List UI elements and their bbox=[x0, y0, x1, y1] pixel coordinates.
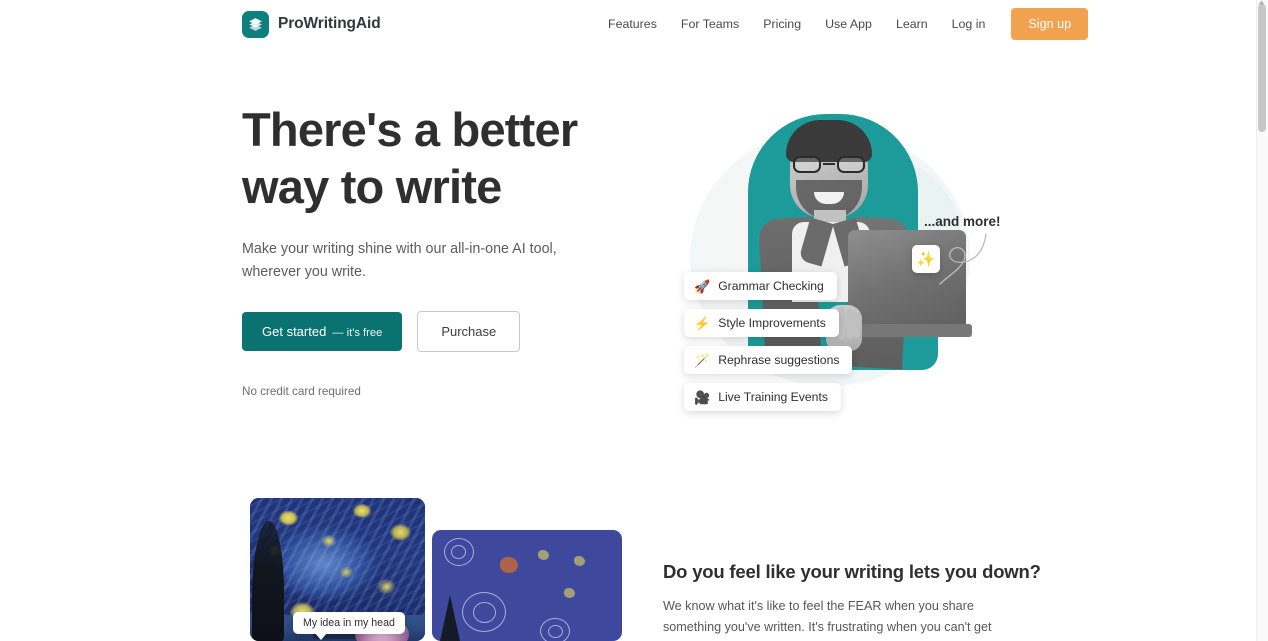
lightning-icon: ⚡ bbox=[694, 315, 711, 331]
nav-item-pricing[interactable]: Pricing bbox=[751, 11, 813, 37]
feature-chip-style-improvements: ⚡ Style Improvements bbox=[684, 309, 839, 337]
page-root: ProWritingAid Features For Teams Pricing… bbox=[0, 0, 1268, 641]
feature-chip-label: Live Training Events bbox=[718, 390, 828, 404]
film-camera-icon: 🎥 bbox=[694, 389, 711, 405]
feature-chip-list: 🚀 Grammar Checking ⚡ Style Improvements … bbox=[684, 272, 853, 411]
writing-lets-you-down-section: My idea in my head Do you feel like your… bbox=[0, 498, 1256, 641]
squiggle-arrow-icon bbox=[939, 233, 987, 285]
nav-item-features[interactable]: Features bbox=[596, 11, 669, 37]
childlike-moon bbox=[500, 556, 519, 573]
feature-chip-live-training-events: 🎥 Live Training Events bbox=[684, 383, 841, 411]
site-header: ProWritingAid Features For Teams Pricing… bbox=[0, 0, 1256, 48]
section-two-title: Do you feel like your writing lets you d… bbox=[663, 561, 1041, 582]
glasses-icon bbox=[792, 156, 866, 173]
hero-copy: There's a better way to write Make your … bbox=[242, 101, 642, 398]
childlike-tree bbox=[440, 595, 460, 641]
nav-item-for-teams[interactable]: For Teams bbox=[669, 11, 751, 37]
get-started-button[interactable]: Get started — it's free bbox=[242, 312, 403, 351]
section-two-body: We know what it's like to feel the FEAR … bbox=[663, 599, 992, 634]
rocket-icon: 🚀 bbox=[694, 278, 711, 294]
purchase-button[interactable]: Purchase bbox=[417, 311, 521, 352]
hero-title-line-1: There's a better bbox=[242, 103, 578, 156]
and-more-callout: ...and more! bbox=[924, 214, 1001, 229]
nav-item-use-app[interactable]: Use App bbox=[813, 11, 884, 37]
no-credit-card-note: No credit card required bbox=[242, 385, 361, 398]
hero-section: There's a better way to write Make your … bbox=[0, 48, 1256, 498]
main-navigation: Features For Teams Pricing Use App Learn… bbox=[596, 8, 1089, 40]
hero-cta-group: Get started — it's free Purchase bbox=[242, 311, 642, 352]
feature-chip-label: Rephrase suggestions bbox=[718, 353, 840, 367]
page-title: There's a better way to write bbox=[242, 101, 642, 215]
magic-wand-icon: 🪄 bbox=[694, 352, 711, 368]
hero-illustration: ✨ ...and more! 🚀 Grammar Checking ⚡ Styl… bbox=[660, 100, 1005, 430]
get-started-free-note: — it's free bbox=[332, 327, 383, 339]
brand-logo-link[interactable]: ProWritingAid bbox=[242, 10, 381, 38]
childlike-drawing-canvas bbox=[432, 530, 622, 641]
stacked-pages-logo-icon bbox=[242, 10, 269, 38]
nav-item-learn[interactable]: Learn bbox=[884, 11, 940, 37]
feature-chip-grammar-checking: 🚀 Grammar Checking bbox=[684, 272, 837, 300]
art-tooltip: My idea in my head bbox=[293, 612, 405, 640]
brand-name: ProWritingAid bbox=[278, 15, 381, 32]
get-started-label: Get started bbox=[262, 324, 327, 339]
feature-chip-rephrase-suggestions: 🪄 Rephrase suggestions bbox=[684, 346, 853, 374]
nav-item-log-in[interactable]: Log in bbox=[940, 11, 998, 37]
sign-up-button[interactable]: Sign up bbox=[1011, 8, 1089, 40]
art-comparison-illustration: My idea in my head bbox=[250, 498, 622, 641]
scroll-up-arrow-icon[interactable] bbox=[1258, 0, 1265, 5]
hero-title-line-2: way to write bbox=[242, 160, 502, 213]
scrollbar-thumb[interactable] bbox=[1258, 4, 1266, 132]
hero-subtitle: Make your writing shine with our all-in-… bbox=[242, 241, 557, 280]
feature-chip-label: Grammar Checking bbox=[718, 279, 824, 293]
childlike-drawing bbox=[432, 530, 622, 641]
feature-chip-label: Style Improvements bbox=[718, 316, 826, 330]
section-two-copy: Do you feel like your writing lets you d… bbox=[663, 561, 1041, 641]
page-scrollbar[interactable] bbox=[1256, 0, 1268, 641]
